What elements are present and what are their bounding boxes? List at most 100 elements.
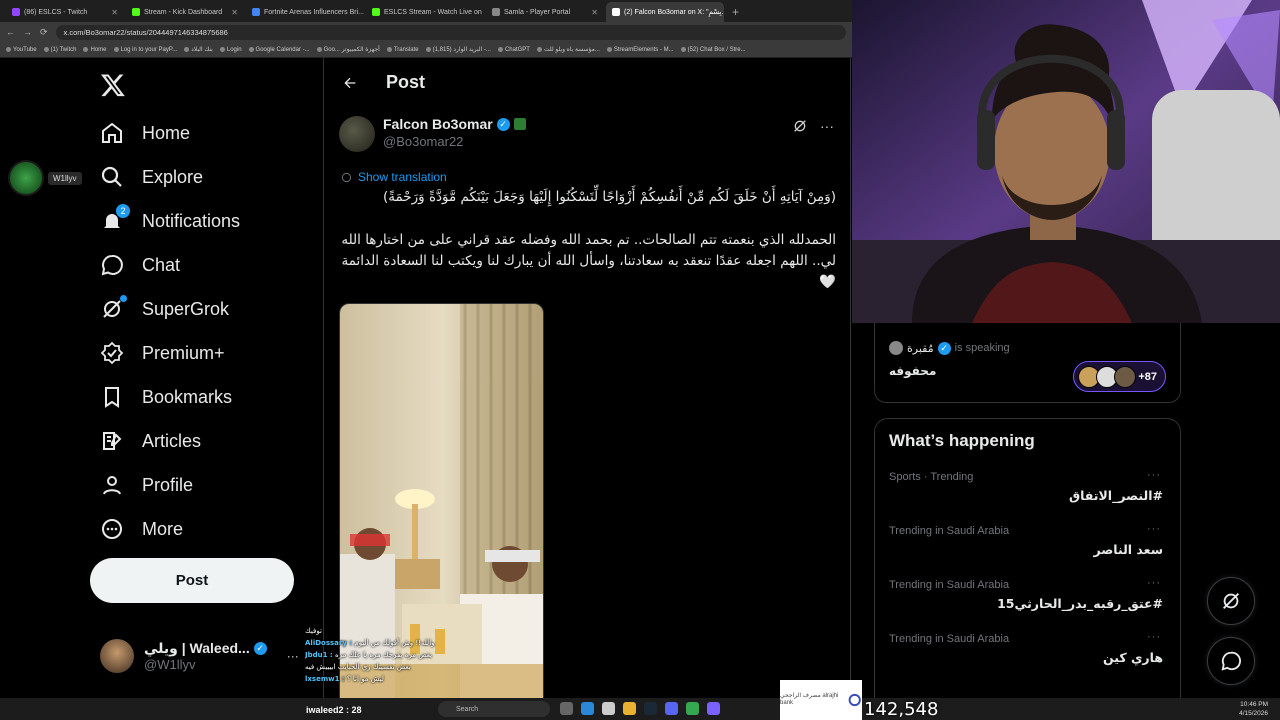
bookmark-item[interactable]: Home bbox=[83, 47, 107, 53]
taskbar-apps bbox=[560, 702, 720, 715]
taskbar-app-icon[interactable] bbox=[581, 702, 594, 715]
author-avatar[interactable] bbox=[339, 116, 375, 152]
taskbar-app-icon[interactable] bbox=[707, 702, 720, 715]
listener-count: +87 bbox=[1138, 370, 1157, 383]
show-translation-link[interactable]: Show translation bbox=[341, 170, 447, 184]
trend-name: سعد الناصر bbox=[1093, 542, 1163, 557]
bookmark-item[interactable]: (52) Chat Box / Stre... bbox=[680, 47, 746, 53]
bookmark-item[interactable]: Log in to your PayP... bbox=[113, 47, 177, 53]
bookmark-item[interactable]: مؤسسة باه ويلو للت... bbox=[536, 46, 600, 53]
sidebar-item-notifications[interactable]: 2 Notifications bbox=[100, 199, 240, 243]
more-icon[interactable]: ··· bbox=[1147, 631, 1161, 643]
back-arrow-icon[interactable] bbox=[342, 75, 358, 91]
discord-icon[interactable] bbox=[665, 702, 678, 715]
tab-label: (86) ESLCS - Twitch bbox=[24, 8, 88, 16]
tab-close-icon[interactable]: ✕ bbox=[231, 8, 238, 17]
sidebar-item-label: SuperGrok bbox=[142, 298, 230, 319]
bookmark-item[interactable]: YouTube bbox=[6, 47, 37, 53]
bookmark-item[interactable]: Google Calendar -... bbox=[248, 46, 310, 53]
x-logo-icon[interactable] bbox=[100, 72, 126, 98]
bookmark-item[interactable]: Login bbox=[219, 47, 242, 53]
reload-icon[interactable]: ⟳ bbox=[40, 27, 48, 38]
browser-tab[interactable]: Fortnite Arenas Influencers Bri...✕ bbox=[246, 2, 364, 22]
account-more-icon[interactable]: ··· bbox=[287, 649, 299, 663]
trend-item[interactable]: Trending in Saudi Arabia هاري كين ··· bbox=[889, 631, 1169, 683]
affiliate-badge-icon bbox=[513, 118, 526, 130]
bookmark-label: Google Calendar -... bbox=[255, 46, 310, 53]
browser-tab[interactable]: Stream - Kick Dashboard ✕ bbox=[126, 2, 244, 22]
back-nav-icon[interactable]: ← bbox=[6, 27, 15, 37]
sidebar-item-bookmarks[interactable]: Bookmarks bbox=[100, 375, 240, 419]
bookmark-item[interactable]: (1,815) البريد الوارد -... bbox=[425, 46, 491, 53]
bookmark-item[interactable]: (1) Twitch bbox=[43, 47, 76, 53]
bookmark-favicon-icon bbox=[680, 47, 686, 52]
forward-nav-icon[interactable]: → bbox=[23, 27, 32, 37]
grok-floating-button[interactable] bbox=[1207, 577, 1255, 625]
whats-happening-title: What’s happening bbox=[889, 431, 1035, 450]
bookmark-item[interactable]: StreamElements - M... bbox=[606, 47, 674, 53]
stream-chat-overlay: توفيك AliDossary : والله!! وش أقولك من ال… bbox=[305, 625, 465, 685]
sidebar-item-chat[interactable]: Chat bbox=[100, 243, 240, 287]
sidebar-item-label: Premium+ bbox=[142, 342, 225, 363]
trend-item[interactable]: Sports · Trending #النصر_الاتفاق ··· bbox=[889, 469, 1169, 521]
messages-floating-button[interactable] bbox=[1207, 637, 1255, 685]
host-avatar bbox=[889, 341, 903, 355]
overlay-avatar bbox=[8, 160, 44, 196]
post-author[interactable]: Falcon Bo3omar ✓ @Bo3omar22 bbox=[339, 116, 526, 152]
bookmark-item[interactable]: Translate bbox=[386, 47, 419, 53]
steam-icon[interactable] bbox=[644, 702, 657, 715]
browser-tab[interactable]: (2) Falcon Bo3omar on X: "بِسْمِ...✕ bbox=[606, 2, 724, 22]
trend-item[interactable]: Trending in Saudi Arabia سعد الناصر ··· bbox=[889, 523, 1169, 575]
browser-tab[interactable]: ESLCS Stream - Watch Live on ...✕ bbox=[366, 2, 484, 22]
trend-meta: Trending in Saudi Arabia bbox=[889, 525, 1010, 537]
tab-close-icon[interactable]: ✕ bbox=[111, 8, 118, 17]
right-panel: مُقبرة ✓ is speaking محفوفه +87 What’s h… bbox=[852, 323, 1280, 720]
more-icon[interactable]: ··· bbox=[1147, 577, 1161, 589]
browser-tab[interactable]: (86) ESLCS - Twitch ✕ bbox=[6, 2, 124, 22]
bookmark-item[interactable]: Goo... أجهزة الكمبيوتر bbox=[316, 46, 380, 53]
author-name[interactable]: Falcon Bo3omar bbox=[383, 116, 493, 132]
verified-badge-icon: ✓ bbox=[496, 117, 510, 131]
grok-icon[interactable] bbox=[792, 118, 808, 134]
post-button[interactable]: Post bbox=[90, 558, 294, 603]
more-icon[interactable]: ··· bbox=[1147, 469, 1161, 481]
sidebar-item-articles[interactable]: Articles bbox=[100, 419, 240, 463]
bookmark-item[interactable]: بنك البلاد bbox=[184, 46, 213, 53]
chrome-icon[interactable] bbox=[686, 702, 699, 715]
browser-tab[interactable]: Samla - Player Portal ✕ bbox=[486, 2, 604, 22]
taskbar-search[interactable]: Search bbox=[438, 701, 550, 717]
sidebar-item-label: Chat bbox=[142, 254, 181, 275]
sidebar-item-premium[interactable]: Premium+ bbox=[100, 331, 240, 375]
trend-name: #النصر_الاتفاق bbox=[1068, 488, 1163, 503]
author-handle[interactable]: @Bo3omar22 bbox=[383, 134, 526, 149]
taskbar-app-icon[interactable] bbox=[560, 702, 573, 715]
sidebar-item-home[interactable]: Home bbox=[100, 111, 240, 155]
account-switcher[interactable]: ويلي | Waleed... ✓ @W1llyv ··· bbox=[100, 639, 299, 673]
url-field[interactable]: x.com/Bo3omar22/status/20444971463348756… bbox=[55, 24, 846, 40]
tab-close-icon[interactable]: ✕ bbox=[591, 8, 598, 17]
space-listeners-button[interactable]: +87 bbox=[1073, 361, 1166, 392]
tab-label: (2) Falcon Bo3omar on X: "بِسْمِ... bbox=[624, 9, 724, 16]
bookmark-favicon-icon bbox=[184, 47, 190, 52]
author-name-row: Falcon Bo3omar ✓ bbox=[383, 116, 526, 132]
sidebar-item-label: Explore bbox=[142, 166, 204, 187]
folder-icon[interactable] bbox=[623, 702, 636, 715]
translate-icon bbox=[341, 172, 352, 182]
live-space-card[interactable]: مُقبرة ✓ is speaking محفوفه +87 bbox=[874, 323, 1181, 403]
sidebar-item-label: Notifications bbox=[142, 210, 241, 231]
more-options-icon[interactable]: ··· bbox=[820, 118, 834, 134]
trend-item[interactable]: Trending in Saudi Arabia #عتق_رقبه_بدر_ا… bbox=[889, 577, 1169, 629]
chat-username: Jbdu1 : bbox=[305, 651, 333, 659]
sidebar-item-more[interactable]: More bbox=[100, 507, 240, 551]
bookmark-item[interactable]: ChatGPT bbox=[497, 47, 530, 53]
bank-sponsor-logo: مصرف الراجحي alrajhi bank bbox=[780, 680, 862, 720]
taskbar-app-icon[interactable] bbox=[602, 702, 615, 715]
sidebar-item-supergrok[interactable]: SuperGrok bbox=[100, 287, 240, 331]
listener-avatar bbox=[1114, 365, 1137, 388]
taskbar-clock[interactable]: 10:46 PM 4/15/2026 bbox=[1239, 700, 1268, 718]
bookmark-favicon-icon bbox=[83, 47, 89, 52]
sidebar-item-profile[interactable]: Profile bbox=[100, 463, 240, 507]
sidebar-item-explore[interactable]: Explore bbox=[100, 155, 240, 199]
new-tab-button[interactable]: + bbox=[726, 5, 745, 22]
more-icon[interactable]: ··· bbox=[1147, 523, 1161, 535]
